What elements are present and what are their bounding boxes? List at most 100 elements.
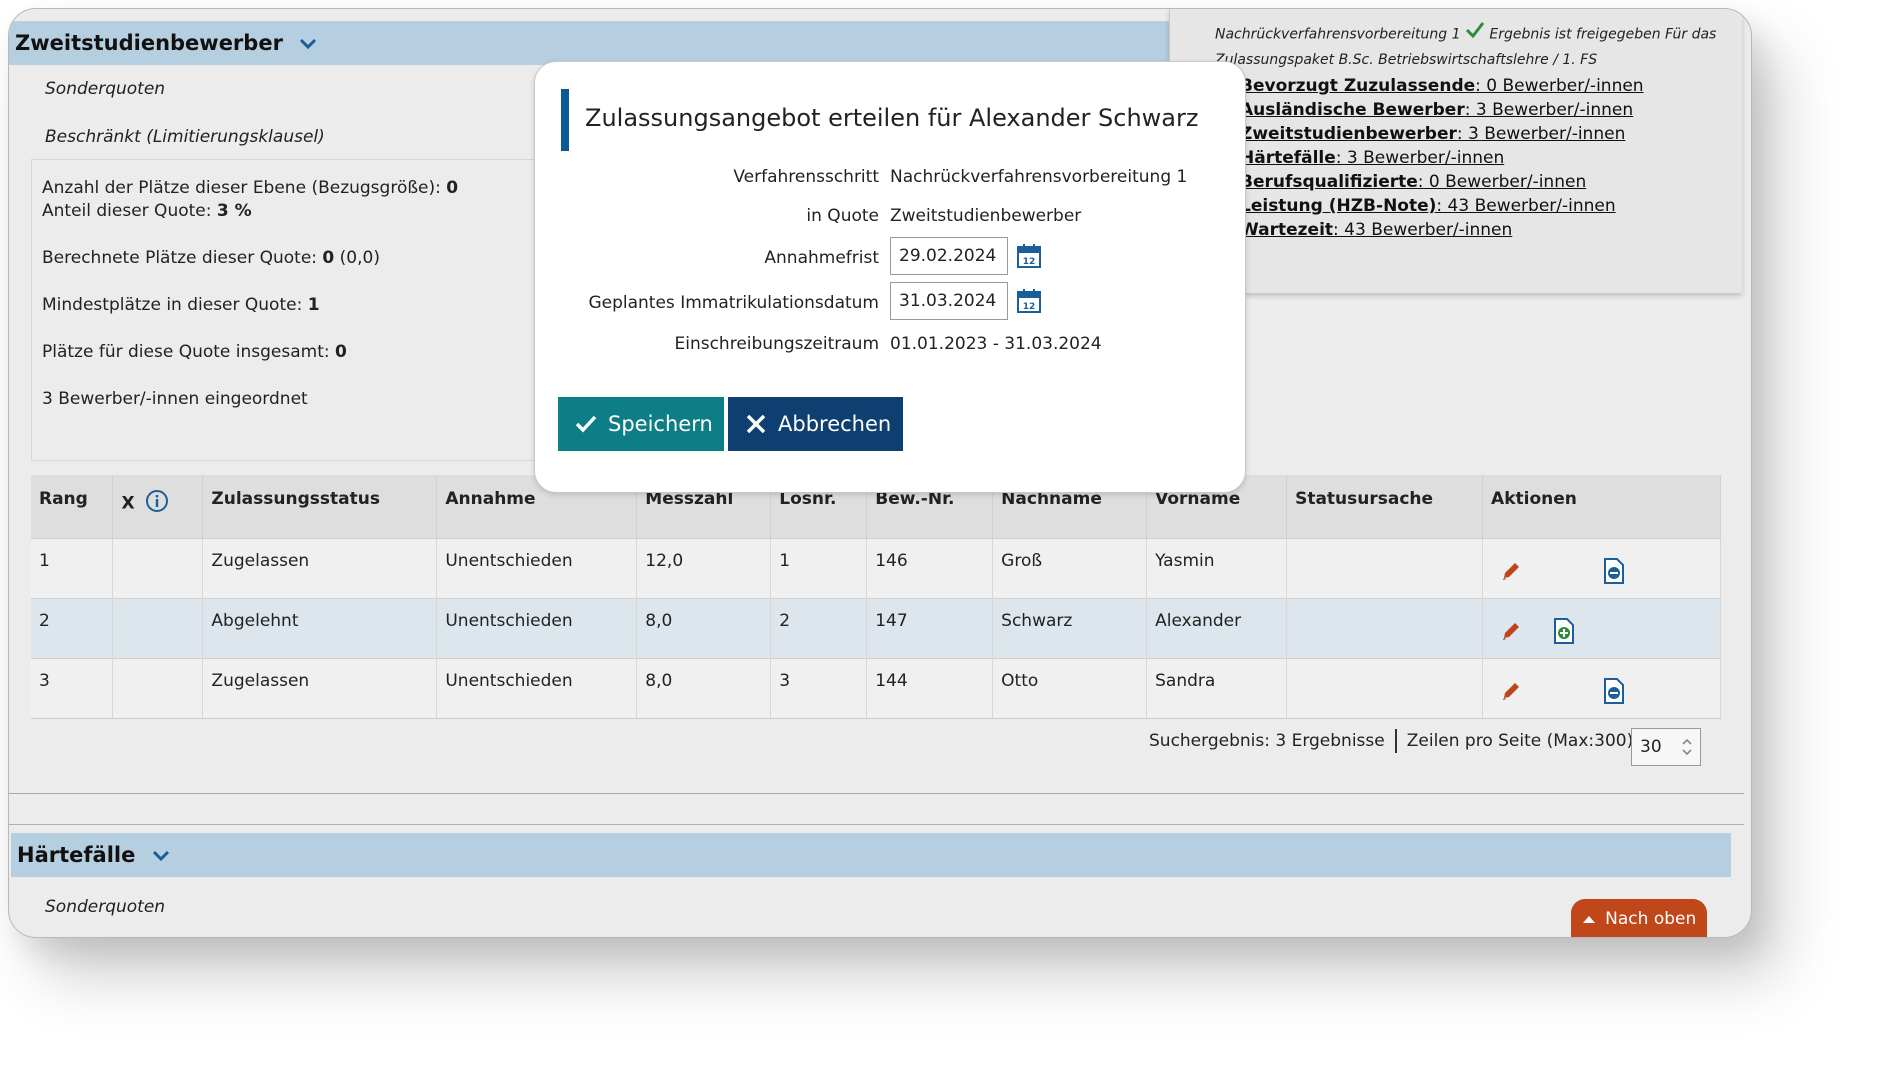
col-header-x[interactable]: X — [112, 475, 204, 538]
spinner-icon[interactable] — [1680, 736, 1694, 758]
cell-messzahl: 8,0 — [636, 597, 772, 658]
check-icon — [575, 415, 597, 433]
beschraenkt-label: Beschränkt (Limitierungsklausel) — [45, 127, 325, 147]
col-header-aktionen: Aktionen — [1482, 475, 1721, 538]
cell-aktionen — [1482, 537, 1721, 598]
mindest-line: Mindestplätze in dieser Quote: 1 — [42, 295, 320, 315]
section-header-haertefaelle[interactable]: Härtefälle — [11, 833, 1731, 877]
quota-link-wartezeit[interactable]: Wartezeit: 43 Bewerber/-innen — [1240, 218, 1644, 242]
info-icon[interactable] — [145, 489, 169, 518]
cell-x — [112, 597, 204, 658]
quota-link-list: Bevorzugt Zuzulassende: 0 Bewerber/-inne… — [1240, 74, 1644, 242]
annahmefrist-input[interactable]: 29.02.2024 — [890, 237, 1008, 275]
cell-statusursache — [1286, 597, 1484, 658]
insgesamt-line: Plätze für diese Quote insgesamt: 0 — [42, 342, 347, 362]
cell-x — [112, 537, 204, 598]
cell-status: Zugelassen — [202, 657, 438, 719]
anteil-line: Anteil dieser Quote: 3 % — [42, 201, 252, 221]
pager-separator — [1394, 729, 1397, 753]
check-icon — [1465, 21, 1485, 48]
col-header-zulassungsstatus[interactable]: Zulassungsstatus — [202, 475, 438, 538]
chevron-down-icon[interactable] — [152, 832, 169, 876]
calendar-icon[interactable]: 12 — [1016, 288, 1042, 319]
field-einschreibungszeitraum: Einschreibungszeitraum 01.01.2023 - 31.0… — [674, 334, 1102, 354]
field-verfahrensschritt: Verfahrensschritt Nachrückverfahrensvorb… — [733, 167, 1188, 187]
quota-link-zweitstudium[interactable]: Zweitstudienbewerber: 3 Bewerber/-innen — [1240, 122, 1644, 146]
rows-per-page-label: Zeilen pro Seite (Max:300) — [1406, 731, 1634, 751]
cell-bewnr: 146 — [866, 537, 994, 598]
cell-vorname: Sandra — [1146, 657, 1288, 719]
save-button[interactable]: Speichern — [558, 397, 724, 451]
svg-text:12: 12 — [1023, 302, 1036, 312]
procedure-status: Nachrückverfahrensvorbereitung 1 Ergebni… — [1215, 21, 1725, 73]
cell-statusursache — [1286, 657, 1484, 719]
cell-nachname: Groß — [992, 537, 1148, 598]
pencil-icon[interactable] — [1499, 619, 1523, 648]
cell-messzahl: 12,0 — [636, 537, 772, 598]
rows-per-page-input[interactable]: 30 — [1631, 728, 1701, 766]
table-row: 3 Zugelassen Unentschieden 8,0 3 144 Ott… — [31, 657, 1721, 719]
cell-vorname: Alexander — [1146, 597, 1288, 658]
cell-losnr: 1 — [770, 537, 868, 598]
document-icon[interactable] — [1602, 557, 1626, 590]
cell-x — [112, 657, 204, 719]
dialog-title: Zulassungsangebot erteilen für Alexander… — [585, 104, 1199, 132]
main-window: Zweitstudienbewerber Sonderquoten Beschr… — [8, 8, 1752, 938]
quota-link-bevorzugt[interactable]: Bevorzugt Zuzulassende: 0 Bewerber/-inne… — [1240, 74, 1644, 98]
document-add-icon[interactable] — [1552, 617, 1576, 650]
section-title: Zweitstudienbewerber — [15, 31, 283, 55]
back-to-top-button[interactable]: Nach oben — [1571, 899, 1707, 937]
sonderquoten-label: Sonderquoten — [45, 897, 166, 917]
cell-nachname: Otto — [992, 657, 1148, 719]
table-row: 2 Abgelehnt Unentschieden 8,0 2 147 Schw… — [31, 597, 1721, 658]
cell-bewnr: 147 — [866, 597, 994, 658]
sonderquoten-label: Sonderquoten — [45, 79, 166, 99]
document-icon[interactable] — [1602, 677, 1626, 710]
cell-losnr: 3 — [770, 657, 868, 719]
field-immatrikulation: Geplantes Immatrikulationsdatum 31.03.20… — [535, 282, 1245, 322]
pencil-icon[interactable] — [1499, 559, 1523, 588]
quota-link-haertefaelle[interactable]: Härtefälle: 3 Bewerber/-innen — [1240, 146, 1644, 170]
cell-messzahl: 8,0 — [636, 657, 772, 719]
quota-link-auslaendisch[interactable]: Ausländische Bewerber: 3 Bewerber/-innen — [1240, 98, 1644, 122]
section-divider — [9, 793, 1744, 794]
cell-bewnr: 144 — [866, 657, 994, 719]
close-icon — [746, 414, 766, 434]
pagination-bar: Suchergebnis: 3 Ergebnisse Zeilen pro Sei… — [1149, 729, 1633, 753]
immatrikulation-input[interactable]: 31.03.2024 — [890, 282, 1008, 320]
table-row: 1 Zugelassen Unentschieden 12,0 1 146 Gr… — [31, 537, 1721, 598]
chevron-down-icon[interactable] — [300, 20, 317, 64]
berechnet-line: Berechnete Plätze dieser Quote: 0 (0,0) — [42, 248, 380, 268]
quota-info-box: Anzahl der Plätze dieser Ebene (Bezugsgr… — [31, 159, 553, 461]
pencil-icon[interactable] — [1499, 679, 1523, 708]
quota-link-berufsqualifizierte[interactable]: Berufsqualifizierte: 0 Bewerber/-innen — [1240, 170, 1644, 194]
plaetze-line: Anzahl der Plätze dieser Ebene (Bezugsgr… — [42, 178, 459, 198]
cell-annahme: Unentschieden — [436, 537, 638, 598]
col-header-statusursache[interactable]: Statusursache — [1286, 475, 1484, 538]
section-haertefaelle: Härtefälle Sonderquoten — [9, 824, 1744, 937]
result-count: Suchergebnis: 3 Ergebnisse — [1149, 731, 1385, 751]
calendar-icon[interactable]: 12 — [1016, 243, 1042, 274]
cancel-button[interactable]: Abbrechen — [728, 397, 903, 451]
cell-aktionen — [1482, 657, 1721, 719]
cell-status: Abgelehnt — [202, 597, 438, 658]
section-header-zweitstudienbewerber[interactable]: Zweitstudienbewerber — [9, 21, 1169, 65]
section-title: Härtefälle — [17, 843, 136, 867]
field-annahmefrist: Annahmefrist 29.02.2024 12 — [535, 237, 1245, 277]
eingeordnet-line: 3 Bewerber/-innen eingeordnet — [42, 389, 308, 409]
cell-annahme: Unentschieden — [436, 597, 638, 658]
cell-losnr: 2 — [770, 597, 868, 658]
col-header-rang[interactable]: Rang — [31, 475, 114, 538]
applicants-table: Rang X Zulassungsstatus Annahme Messzahl… — [31, 475, 1721, 719]
cell-rang: 2 — [31, 597, 114, 658]
admission-offer-dialog: Zulassungsangebot erteilen für Alexander… — [534, 61, 1246, 493]
cell-statusursache — [1286, 537, 1484, 598]
cell-nachname: Schwarz — [992, 597, 1148, 658]
arrow-up-icon — [1582, 916, 1595, 923]
cell-rang: 1 — [31, 537, 114, 598]
cell-aktionen — [1482, 597, 1721, 658]
cell-status: Zugelassen — [202, 537, 438, 598]
cell-annahme: Unentschieden — [436, 657, 638, 719]
quota-link-leistung[interactable]: Leistung (HZB-Note): 43 Bewerber/-innen — [1240, 194, 1644, 218]
cell-vorname: Yasmin — [1146, 537, 1288, 598]
